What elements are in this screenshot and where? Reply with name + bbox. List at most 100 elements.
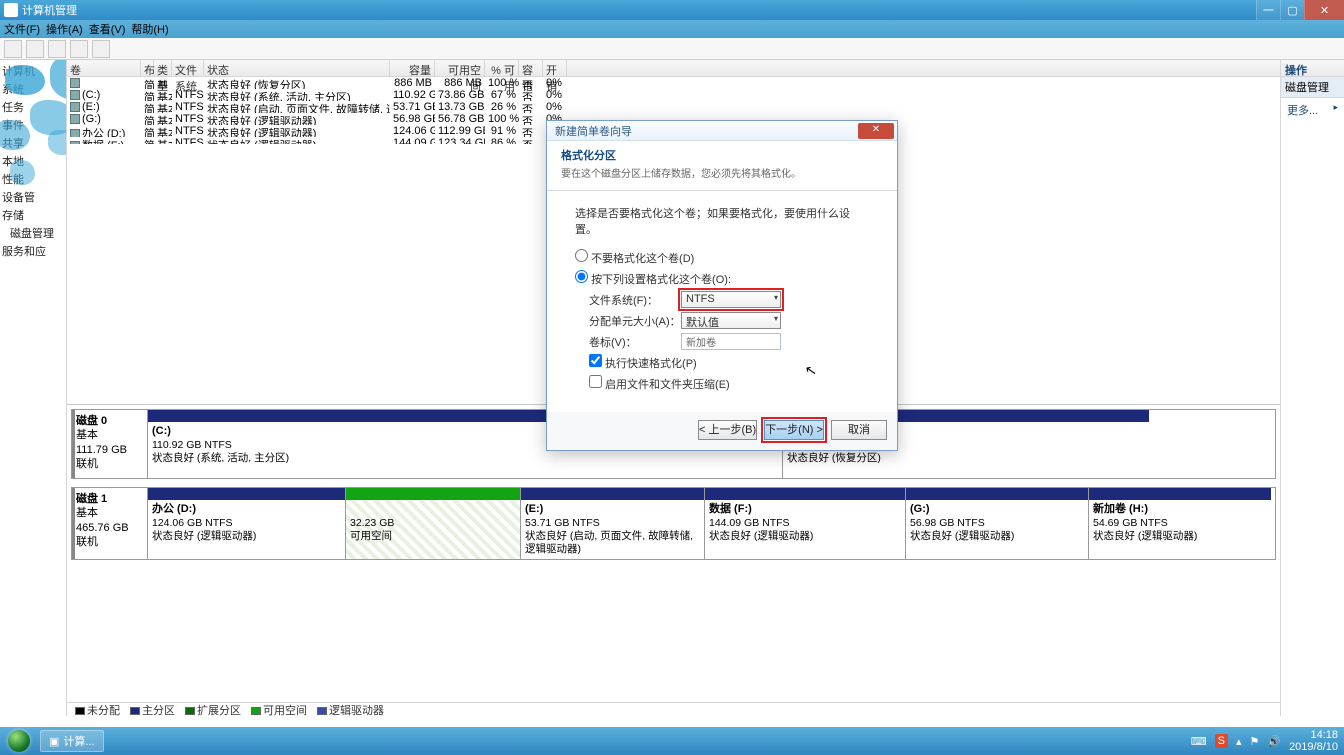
system-tray[interactable]: ⌨ S ▴ ⚑ 🔊 14:18 2019/8/10 <box>1191 729 1344 753</box>
tree-node[interactable]: 任务 <box>0 98 66 116</box>
tool-help[interactable] <box>92 40 110 58</box>
tree-node[interactable]: 事件 <box>0 116 66 134</box>
partition[interactable]: 办公 (D:)124.06 GB NTFS状态良好 (逻辑驱动器) <box>148 488 346 559</box>
check-compression-label: 启用文件和文件夹压缩(E) <box>605 379 730 391</box>
tray-input-icon[interactable]: ⌨ <box>1191 735 1207 748</box>
label-volume-label: 卷标(V)： <box>589 334 681 350</box>
menu-view[interactable]: 查看(V) <box>89 21 126 37</box>
new-volume-wizard: 新建简单卷向导 ✕ 格式化分区 要在这个磁盘分区上储存数据，您必须先将其格式化。… <box>546 120 898 451</box>
tray-time: 14:18 <box>1289 729 1338 741</box>
disk-type: 基本 <box>76 507 98 519</box>
dialog-titlebar[interactable]: 新建简单卷向导 ✕ <box>547 121 897 141</box>
menu-help[interactable]: 帮助(H) <box>131 21 168 37</box>
maximize-button[interactable]: ▢ <box>1280 0 1304 20</box>
cancel-button[interactable]: 取消 <box>831 420 887 440</box>
actions-more[interactable]: 更多...▸ <box>1281 98 1344 122</box>
partition[interactable]: 数据 (F:)144.09 GB NTFS状态良好 (逻辑驱动器) <box>705 488 906 559</box>
partition[interactable]: (G:)56.98 GB NTFS状态良好 (逻辑驱动器) <box>906 488 1089 559</box>
col-overhead[interactable]: 开销 <box>543 60 567 76</box>
actions-header: 操作 <box>1281 60 1344 77</box>
partition[interactable]: (E:)53.71 GB NTFS状态良好 (启动, 页面文件, 故障转储, 逻… <box>521 488 705 559</box>
wizard-prompt: 选择是否要格式化这个卷；如果要格式化，要使用什么设置。 <box>575 205 869 237</box>
col-capacity[interactable]: 容量 <box>390 60 435 76</box>
col-status[interactable]: 状态 <box>204 60 390 76</box>
disk-status: 联机 <box>76 458 98 470</box>
tray-up-icon[interactable]: ▴ <box>1236 735 1242 748</box>
col-pct[interactable]: % 可用 <box>485 60 519 76</box>
next-button[interactable]: 下一步(N) > <box>764 420 824 440</box>
disk-name: 磁盘 1 <box>76 493 107 505</box>
dialog-close-button[interactable]: ✕ <box>858 123 894 139</box>
label-alloc-unit: 分配单元大小(A)： <box>589 313 681 329</box>
check-quick-format[interactable] <box>589 354 602 367</box>
wizard-heading: 格式化分区 <box>561 147 883 163</box>
dialog-title: 新建简单卷向导 <box>555 123 632 139</box>
input-volume-label[interactable] <box>681 333 781 350</box>
col-free[interactable]: 可用空间 <box>435 60 485 76</box>
disk-size: 111.79 GB <box>76 444 127 456</box>
start-button[interactable] <box>0 727 38 755</box>
volume-row[interactable]: (E:)简基本NTFS状态良好 (启动, 页面文件, 故障转储, 逻辑驱动器)5… <box>67 101 1280 113</box>
taskbar-app-button[interactable]: ▣ 计算... <box>40 730 104 752</box>
disk-size: 465.76 GB <box>76 522 129 534</box>
tray-volume-icon[interactable]: 🔊 <box>1267 735 1281 748</box>
partition[interactable]: 32.23 GB可用空间 <box>346 488 521 559</box>
window-titlebar: 计算机管理 一 ▢ ✕ <box>0 0 1344 20</box>
check-compression[interactable] <box>589 375 602 388</box>
tree-root[interactable]: 计算机 <box>0 62 66 80</box>
taskbar[interactable]: ▣ 计算... ⌨ S ▴ ⚑ 🔊 14:18 2019/8/10 <box>0 727 1344 755</box>
radio-format-label: 按下列设置格式化这个卷(O): <box>591 274 731 286</box>
taskbar-app-icon: ▣ <box>49 735 59 748</box>
minimize-button[interactable]: 一 <box>1256 0 1280 20</box>
tool-fwd[interactable] <box>26 40 44 58</box>
col-volume[interactable]: 卷 <box>67 60 141 76</box>
menu-action[interactable]: 操作(A) <box>46 21 83 37</box>
col-fs[interactable]: 文件系统 <box>172 60 204 76</box>
volume-row[interactable]: (C:)简基本NTFS状态良好 (系统, 活动, 主分区)110.92 GB73… <box>67 89 1280 101</box>
taskbar-app-label: 计算... <box>63 733 94 749</box>
combo-filesystem[interactable]: NTFS <box>681 291 781 308</box>
tray-clock[interactable]: 14:18 2019/8/10 <box>1289 729 1338 753</box>
col-layout[interactable]: 布 <box>141 60 154 76</box>
legend: 未分配 主分区 扩展分区 可用空间 逻辑驱动器 <box>67 702 1280 716</box>
disk-1-header[interactable]: 磁盘 1 基本 465.76 GB 联机 <box>72 488 148 559</box>
combo-alloc-unit[interactable]: 默认值 <box>681 312 781 329</box>
legend-free: 可用空间 <box>263 705 307 717</box>
disk-row-1: 磁盘 1 基本 465.76 GB 联机 办公 (D:)124.06 GB NT… <box>71 487 1276 560</box>
tray-flag-icon[interactable]: ⚑ <box>1249 735 1259 748</box>
disk-0-header[interactable]: 磁盘 0 基本 111.79 GB 联机 <box>72 410 148 478</box>
menu-bar: 文件(F) 操作(A) 查看(V) 帮助(H) <box>0 20 1344 38</box>
actions-panel: 操作 磁盘管理 更多...▸ <box>1280 60 1344 716</box>
col-fault[interactable]: 容错 <box>519 60 543 76</box>
tray-date: 2019/8/10 <box>1289 741 1338 753</box>
tray-sogou-icon[interactable]: S <box>1215 734 1228 748</box>
disk-status: 联机 <box>76 536 98 548</box>
legend-extended: 扩展分区 <box>197 705 241 717</box>
tree-storage[interactable]: 存储 <box>0 206 66 224</box>
col-type[interactable]: 类型 <box>154 60 172 76</box>
radio-no-format[interactable] <box>575 249 588 262</box>
app-icon <box>4 3 18 17</box>
tree-node[interactable]: 本地 <box>0 152 66 170</box>
close-button[interactable]: ✕ <box>1304 0 1344 20</box>
tree-node[interactable]: 设备管 <box>0 188 66 206</box>
partition[interactable]: 新加卷 (H:)54.69 GB NTFS状态良好 (逻辑驱动器) <box>1089 488 1271 559</box>
tree-node[interactable]: 性能 <box>0 170 66 188</box>
tree-node[interactable]: 共享 <box>0 134 66 152</box>
volume-row[interactable]: 简基状态良好 (恢复分区)886 MB886 MB100 %否0% <box>67 77 1280 89</box>
tree-node[interactable]: 系统 <box>0 80 66 98</box>
disk-name: 磁盘 0 <box>76 415 107 427</box>
nav-tree[interactable]: 计算机 系统 任务 事件 共享 本地 性能 设备管 存储 磁盘管理 服务和应 <box>0 60 67 716</box>
back-button[interactable]: < 上一步(B) <box>698 420 757 440</box>
tool-props[interactable] <box>70 40 88 58</box>
tree-services[interactable]: 服务和应 <box>0 242 66 260</box>
disk-type: 基本 <box>76 429 98 441</box>
tree-disk-mgmt[interactable]: 磁盘管理 <box>0 224 66 242</box>
radio-format[interactable] <box>575 270 588 283</box>
legend-logical: 逻辑驱动器 <box>329 705 384 717</box>
tool-back[interactable] <box>4 40 22 58</box>
legend-primary: 主分区 <box>142 705 175 717</box>
menu-file[interactable]: 文件(F) <box>4 21 40 37</box>
tool-refresh[interactable] <box>48 40 66 58</box>
label-filesystem: 文件系统(F)： <box>589 292 681 308</box>
